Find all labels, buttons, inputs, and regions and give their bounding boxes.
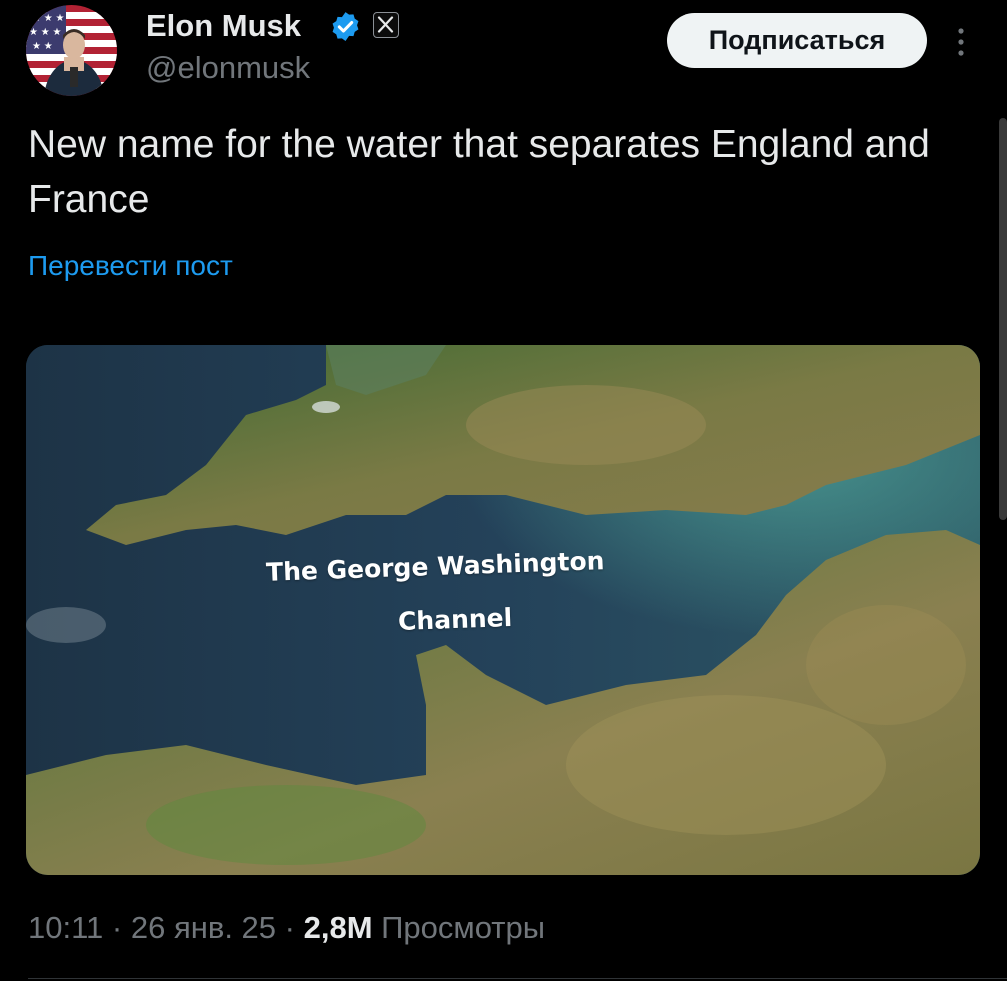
subscribe-button[interactable]: Подписаться bbox=[667, 13, 927, 68]
meta-separator: · bbox=[276, 910, 304, 945]
author-display-name[interactable]: Elon Musk bbox=[146, 6, 301, 46]
post-time[interactable]: 10:11 bbox=[28, 910, 103, 945]
meta-separator: · bbox=[103, 910, 131, 945]
author-handle[interactable]: @elonmusk bbox=[146, 48, 310, 88]
svg-text:★ ★ ★: ★ ★ ★ bbox=[29, 27, 61, 38]
post-image[interactable]: The George Washington Channel bbox=[26, 345, 980, 875]
views-label[interactable]: Просмотры bbox=[381, 910, 545, 945]
divider bbox=[28, 978, 1007, 979]
svg-text:★ ★ ★: ★ ★ ★ bbox=[32, 13, 64, 24]
post-text: New name for the water that separates En… bbox=[28, 123, 930, 221]
svg-text:★ ★: ★ ★ bbox=[32, 41, 53, 52]
post-meta: 10:11 · 26 янв. 25 · 2,8M Просмотры bbox=[28, 908, 545, 948]
map-label-line-2: Channel bbox=[397, 603, 513, 636]
more-vertical-icon[interactable] bbox=[951, 24, 971, 60]
views-count[interactable]: 2,8M bbox=[304, 910, 373, 945]
avatar[interactable]: ★ ★ ★ ★ ★ ★ ★ ★ bbox=[26, 5, 117, 96]
translate-post-link[interactable]: Перевести пост bbox=[28, 248, 233, 284]
post-date[interactable]: 26 янв. 25 bbox=[131, 910, 276, 945]
verified-badge-icon bbox=[332, 12, 359, 41]
scrollbar[interactable] bbox=[999, 118, 1007, 520]
x-affiliate-icon[interactable] bbox=[373, 12, 399, 38]
